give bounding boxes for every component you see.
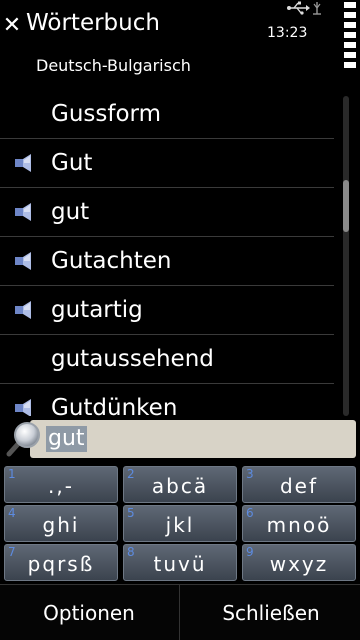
speaker-icon[interactable] <box>14 251 36 271</box>
key-9[interactable]: 9 wxyz <box>242 544 356 581</box>
search-area: gut <box>0 416 360 462</box>
status-time: 13:23 <box>267 25 308 41</box>
search-input-value: gut <box>46 426 87 452</box>
key-8[interactable]: 8 tuvü <box>123 544 237 581</box>
key-2[interactable]: 2 abcä <box>123 466 237 503</box>
key-letters: ghi <box>42 513 80 537</box>
speaker-icon[interactable] <box>14 202 36 222</box>
key-7[interactable]: 7 pqrsß <box>4 544 118 581</box>
search-input[interactable]: gut <box>30 420 356 458</box>
scrollbar-thumb[interactable] <box>343 180 349 232</box>
speaker-icon[interactable] <box>14 153 36 173</box>
list-item[interactable]: Gut <box>0 139 334 188</box>
list-item[interactable]: Gussform <box>0 90 334 139</box>
key-letters: pqrsß <box>27 552 95 576</box>
close-icon[interactable]: ✕ <box>2 14 22 38</box>
list-item-word: gut <box>51 199 90 225</box>
key-letters: wxyz <box>269 552 329 576</box>
list-item-word: gutaussehend <box>51 346 214 372</box>
close-softkey[interactable]: Schließen <box>182 585 360 640</box>
page-title: Wörterbuch <box>26 10 160 36</box>
list-item[interactable]: gutartig <box>0 286 334 335</box>
key-letters: jkl <box>165 513 195 537</box>
dictionary-language-pair: Deutsch-Bulgarisch <box>36 56 191 75</box>
list-item-word: Gut <box>51 150 93 176</box>
antenna-icon <box>313 2 321 15</box>
keypad: 1 .,- 2 abcä 3 def 4 ghi 5 jkl 6 mnoö 7 … <box>0 462 360 584</box>
key-4[interactable]: 4 ghi <box>4 505 118 542</box>
key-letters: tuvü <box>153 552 207 576</box>
magnifier-icon <box>6 422 40 457</box>
softkey-bar: Optionen Schließen <box>0 584 360 640</box>
list-item[interactable]: Gutachten <box>0 237 334 286</box>
list-item-word: Gutachten <box>51 248 172 274</box>
key-letters: abcä <box>151 474 209 498</box>
list-item[interactable]: gut <box>0 188 334 237</box>
key-letters: mnoö <box>266 513 332 537</box>
list-item-word: gutartig <box>51 297 143 323</box>
header: ✕ Wörterbuch Deutsch-Bulgarisch 13:23 <box>0 0 360 88</box>
battery-icon <box>342 0 358 72</box>
options-softkey[interactable]: Optionen <box>0 585 178 640</box>
key-letters: def <box>279 474 319 498</box>
speaker-icon[interactable] <box>14 300 36 320</box>
key-6[interactable]: 6 mnoö <box>242 505 356 542</box>
list-item-word: Gussform <box>51 101 161 127</box>
key-1[interactable]: 1 .,- <box>4 466 118 503</box>
scrollbar[interactable] <box>343 96 349 416</box>
list-item[interactable]: gutaussehend <box>0 335 334 384</box>
usb-icon <box>287 1 310 15</box>
softkey-divider <box>179 585 180 640</box>
key-5[interactable]: 5 jkl <box>123 505 237 542</box>
key-3[interactable]: 3 def <box>242 466 356 503</box>
list-item[interactable]: Gutdünken <box>0 384 334 416</box>
word-list: Gussform Gut gut Gutachten gutartig guta… <box>0 90 336 416</box>
speaker-icon[interactable] <box>14 398 36 416</box>
list-item-word: Gutdünken <box>51 395 178 416</box>
key-letters: .,- <box>48 474 74 498</box>
